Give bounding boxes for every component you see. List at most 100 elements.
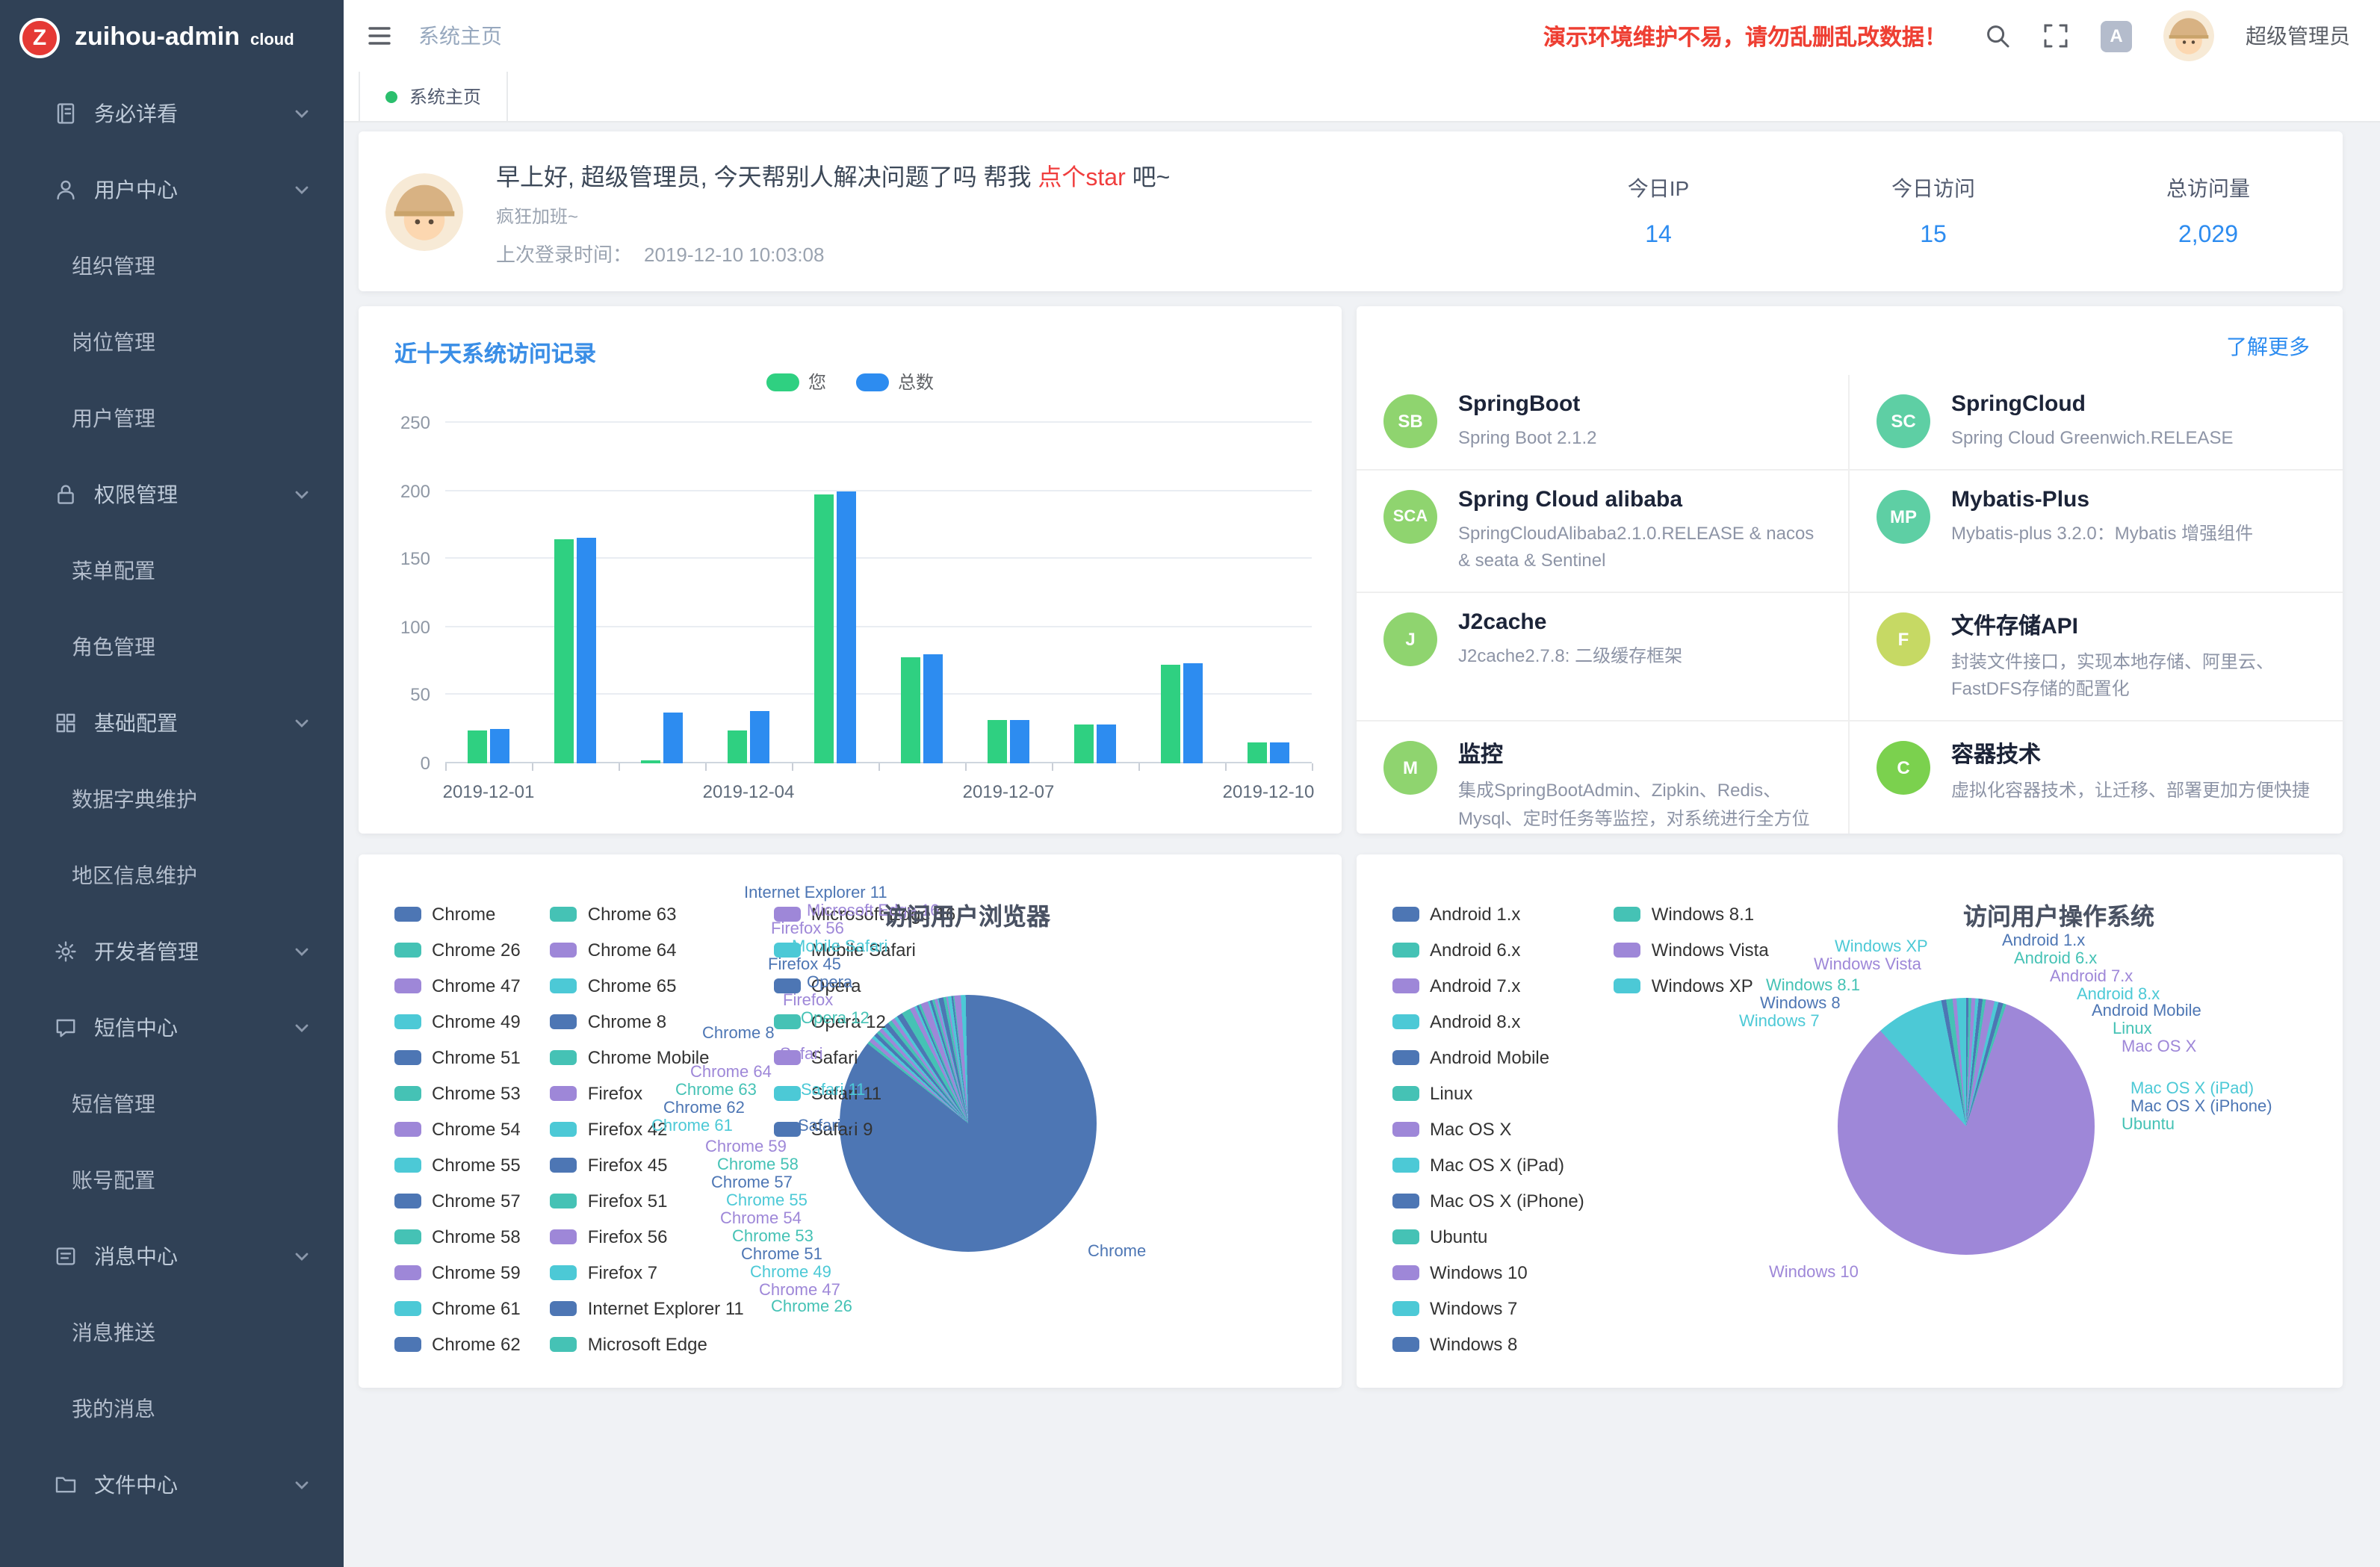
bar-total[interactable]: [1097, 725, 1116, 763]
star-link[interactable]: 点个star: [1038, 165, 1125, 190]
legend-item[interactable]: Chrome 61: [394, 1291, 521, 1326]
logo[interactable]: Z zuihou-admin cloud: [0, 0, 344, 75]
feature-item[interactable]: SCASpring Cloud alibabaSpringCloudAlibab…: [1357, 468, 1850, 591]
bar-you[interactable]: [1074, 725, 1094, 763]
sidebar-subitem[interactable]: 地区信息维护: [0, 837, 344, 913]
legend-item[interactable]: Opera 12: [774, 1004, 955, 1040]
tab-home[interactable]: 系统主页: [359, 72, 508, 121]
legend-item[interactable]: Chrome 65: [551, 968, 744, 1004]
sidebar-item-2[interactable]: 权限管理: [0, 456, 344, 532]
fullscreen-icon[interactable]: [2042, 22, 2069, 49]
sidebar-subitem[interactable]: 组织管理: [0, 227, 344, 303]
feature-item[interactable]: C容器技术虚拟化容器技术，让迁移、部署更加方便快捷: [1850, 720, 2343, 834]
bar-you[interactable]: [641, 760, 660, 763]
legend-item[interactable]: Windows Vista: [1614, 932, 1769, 968]
sidebar-subitem[interactable]: 数据字典维护: [0, 760, 344, 837]
legend-item[interactable]: Firefox 56: [551, 1219, 744, 1255]
feature-item[interactable]: M监控集成SpringBootAdmin、Zipkin、Redis、Mysql、…: [1357, 720, 1850, 834]
sidebar-subitem[interactable]: 我的消息: [0, 1370, 344, 1446]
sidebar-subitem[interactable]: 消息推送: [0, 1294, 344, 1370]
bar-you[interactable]: [1161, 665, 1180, 763]
bar-you[interactable]: [468, 730, 487, 763]
legend-item[interactable]: Mac OS X (iPhone): [1392, 1183, 1584, 1219]
bar-you[interactable]: [1248, 743, 1267, 763]
legend-item[interactable]: Chrome 47: [394, 968, 521, 1004]
sidebar-subitem[interactable]: 账号配置: [0, 1141, 344, 1217]
feature-item[interactable]: JJ2cacheJ2cache2.7.8: 二级缓存框架: [1357, 592, 1850, 720]
bar-you[interactable]: [554, 539, 574, 763]
legend-item[interactable]: Chrome 63: [551, 896, 744, 932]
legend-item[interactable]: Chrome 8: [551, 1004, 744, 1040]
sidebar-item-5[interactable]: 短信中心: [0, 989, 344, 1065]
bar-total[interactable]: [577, 537, 596, 763]
legend-item[interactable]: Safari 11: [774, 1076, 955, 1111]
legend-item[interactable]: Chrome 49: [394, 1004, 521, 1040]
legend-item[interactable]: Firefox 7: [551, 1255, 744, 1291]
legend-item[interactable]: Safari: [774, 1040, 955, 1076]
feature-item[interactable]: SBSpringBootSpring Boot 2.1.2: [1357, 375, 1850, 468]
bar-you[interactable]: [728, 730, 747, 763]
feature-item[interactable]: F文件存储API封装文件接口，实现本地存储、阿里云、FastDFS存储的配置化: [1850, 592, 2343, 720]
legend-item[interactable]: Firefox 45: [551, 1147, 744, 1183]
username[interactable]: 超级管理员: [2246, 21, 2350, 51]
legend-item[interactable]: Chrome: [394, 896, 521, 932]
legend-item[interactable]: Chrome 26: [394, 932, 521, 968]
sidebar-item-6[interactable]: 消息中心: [0, 1217, 344, 1294]
sidebar-subitem[interactable]: 短信管理: [0, 1065, 344, 1141]
legend-item[interactable]: Chrome 57: [394, 1183, 521, 1219]
bar-total[interactable]: [663, 713, 683, 763]
legend-item[interactable]: Microsoft Edge: [551, 1326, 744, 1362]
search-icon[interactable]: [1984, 22, 2011, 49]
legend-item[interactable]: Android 7.x: [1392, 968, 1584, 1004]
legend-item[interactable]: Chrome 55: [394, 1147, 521, 1183]
legend-item[interactable]: Firefox: [551, 1076, 744, 1111]
legend-item[interactable]: 您: [766, 369, 826, 394]
legend-item[interactable]: Windows XP: [1614, 968, 1769, 1004]
legend-item[interactable]: Android 6.x: [1392, 932, 1584, 968]
sidebar-item-0[interactable]: 务必详看: [0, 75, 344, 151]
os-pie[interactable]: [1838, 998, 2095, 1255]
legend-item[interactable]: Chrome 59: [394, 1255, 521, 1291]
legend-item[interactable]: Chrome Mobile: [551, 1040, 744, 1076]
learn-more-link[interactable]: 了解更多: [2226, 332, 2310, 362]
legend-item[interactable]: Chrome 54: [394, 1111, 521, 1147]
legend-item[interactable]: Firefox 51: [551, 1183, 744, 1219]
legend-item[interactable]: Chrome 58: [394, 1219, 521, 1255]
legend-item[interactable]: Android 1.x: [1392, 896, 1584, 932]
legend-item[interactable]: Windows 8: [1392, 1326, 1584, 1362]
font-size-icon[interactable]: A: [2101, 20, 2132, 52]
sidebar-item-1[interactable]: 用户中心: [0, 151, 344, 227]
legend-item[interactable]: Android 8.x: [1392, 1004, 1584, 1040]
bar-total[interactable]: [1183, 663, 1203, 763]
bar-total[interactable]: [923, 654, 943, 763]
sidebar-subitem[interactable]: 岗位管理: [0, 303, 344, 379]
feature-item[interactable]: SCSpringCloudSpring Cloud Greenwich.RELE…: [1850, 375, 2343, 468]
legend-item[interactable]: Safari 9: [774, 1111, 955, 1147]
legend-item[interactable]: Windows 10: [1392, 1255, 1584, 1291]
legend-item[interactable]: Windows 7: [1392, 1291, 1584, 1326]
legend-item[interactable]: Mac OS X (iPad): [1392, 1147, 1584, 1183]
bar-total[interactable]: [490, 729, 509, 763]
user-avatar[interactable]: [2163, 10, 2214, 61]
legend-item[interactable]: Chrome 51: [394, 1040, 521, 1076]
legend-item[interactable]: Opera: [774, 968, 955, 1004]
legend-item[interactable]: Chrome 62: [394, 1326, 521, 1362]
bar-total[interactable]: [1010, 720, 1029, 763]
sidebar-item-4[interactable]: 开发者管理: [0, 913, 344, 989]
bar-you[interactable]: [901, 657, 920, 763]
feature-item[interactable]: MPMybatis-PlusMybatis-plus 3.2.0：Mybatis…: [1850, 468, 2343, 591]
sidebar-subitem[interactable]: 角色管理: [0, 608, 344, 684]
legend-item[interactable]: Mac OS X: [1392, 1111, 1584, 1147]
bar-total[interactable]: [750, 712, 769, 763]
breadcrumb[interactable]: 系统主页: [418, 21, 502, 51]
legend-item[interactable]: Ubuntu: [1392, 1219, 1584, 1255]
legend-item[interactable]: Firefox 42: [551, 1111, 744, 1147]
legend-item[interactable]: Windows 8.1: [1614, 896, 1769, 932]
bar-you[interactable]: [988, 720, 1007, 763]
legend-item[interactable]: 总数: [856, 369, 934, 394]
sidebar-subitem[interactable]: 用户管理: [0, 379, 344, 456]
collapse-menu-icon[interactable]: [366, 22, 393, 49]
bar-total[interactable]: [837, 491, 856, 763]
legend-item[interactable]: Chrome 64: [551, 932, 744, 968]
bar-total[interactable]: [1270, 743, 1289, 763]
